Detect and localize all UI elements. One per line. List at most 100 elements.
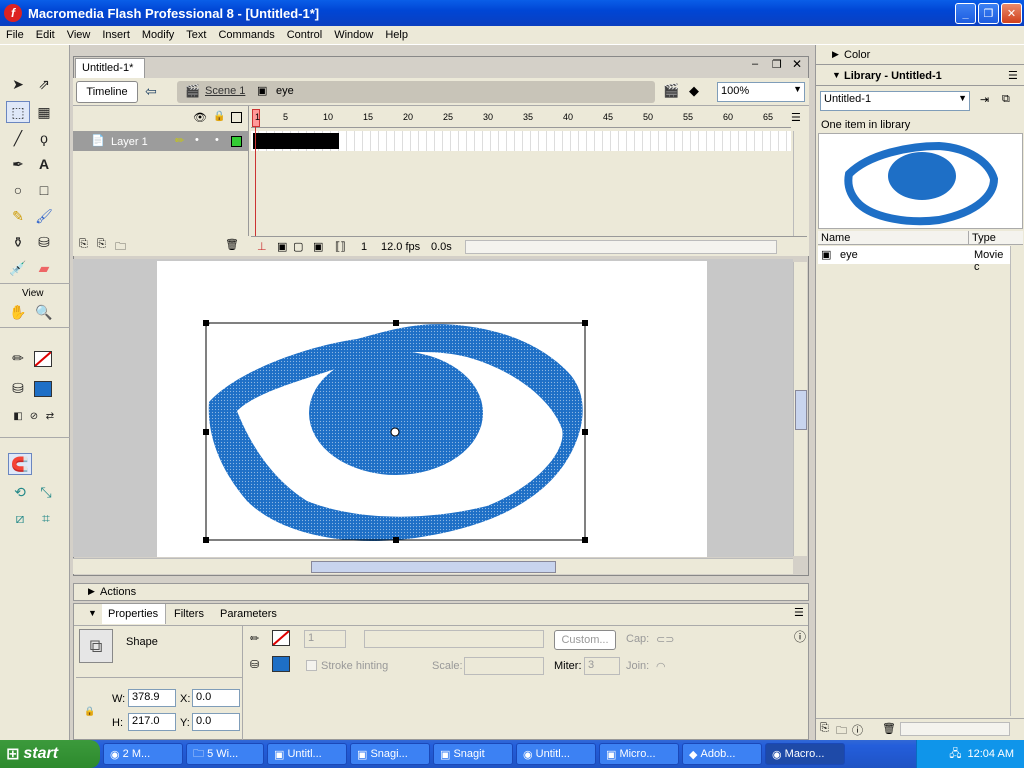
- start-button[interactable]: ⊞ start: [0, 740, 100, 768]
- add-guide-layer-icon[interactable]: ⎘: [97, 238, 106, 251]
- lock-icon[interactable]: 🔒: [213, 111, 225, 122]
- timeline-vscroll[interactable]: [793, 131, 807, 236]
- eye-pupil[interactable]: [309, 351, 483, 475]
- rotate-skew-icon[interactable]: ⟲: [8, 481, 32, 503]
- brush-tool-icon[interactable]: 🖌: [32, 205, 56, 227]
- doc-close-icon[interactable]: ✕: [792, 57, 802, 71]
- stroke-hinting-checkbox[interactable]: [306, 660, 317, 671]
- taskbar-item[interactable]: ◆ Adob...: [682, 743, 762, 765]
- library-hscroll[interactable]: [900, 722, 1010, 736]
- menu-commands[interactable]: Commands: [212, 29, 280, 41]
- line-tool-icon[interactable]: ╱: [6, 127, 30, 149]
- library-col-type[interactable]: Type: [972, 232, 996, 244]
- fill-color-picker[interactable]: [272, 656, 290, 672]
- height-field[interactable]: 217.0: [128, 713, 176, 731]
- actions-expand-icon[interactable]: ▶: [88, 586, 95, 597]
- edit-scene-icon[interactable]: 🎬: [663, 83, 679, 99]
- stage-vscroll[interactable]: [793, 262, 807, 556]
- frames-row[interactable]: [251, 131, 791, 151]
- layer-outline-color[interactable]: [231, 136, 242, 147]
- swap-colors-icon[interactable]: ⇄: [38, 405, 62, 427]
- new-symbol-icon[interactable]: ⎘: [820, 722, 829, 735]
- properties-info-icon[interactable]: ⓘ: [852, 722, 863, 738]
- pin-library-icon[interactable]: ⇥: [980, 93, 989, 106]
- cap-icon[interactable]: ⊂⊃: [656, 633, 674, 646]
- stage-hscroll[interactable]: [73, 558, 793, 574]
- x-field[interactable]: 0.0: [192, 689, 240, 707]
- frame-rate[interactable]: 12.0 fps: [381, 241, 420, 253]
- onion-skin-icon[interactable]: ▣: [277, 240, 287, 253]
- miter-field[interactable]: 3: [584, 657, 620, 675]
- timeline-button[interactable]: Timeline: [76, 81, 138, 103]
- library-panel-title[interactable]: Library - Untitled-1: [844, 70, 942, 82]
- taskbar-item[interactable]: ▣ Micro...: [599, 743, 679, 765]
- stroke-color-swatch[interactable]: [34, 351, 52, 367]
- insert-folder-icon[interactable]: 🗀: [115, 238, 126, 257]
- insert-layer-icon[interactable]: ⎘: [79, 238, 88, 251]
- scale-icon[interactable]: ⤡: [34, 481, 58, 503]
- layer-visible-dot[interactable]: •: [195, 134, 199, 146]
- stroke-height-field[interactable]: 1: [304, 630, 346, 648]
- help-icon[interactable]: ⓘ: [794, 628, 806, 645]
- tab-parameters[interactable]: Parameters: [220, 608, 277, 620]
- rectangle-tool-icon[interactable]: □: [32, 179, 56, 201]
- ink-bottle-tool-icon[interactable]: ⚱: [6, 231, 30, 253]
- properties-menu-icon[interactable]: ☰: [794, 606, 804, 619]
- delete-item-icon[interactable]: 🗑: [882, 722, 896, 735]
- text-tool-icon[interactable]: A: [32, 153, 56, 175]
- eraser-tool-icon[interactable]: ▰: [32, 257, 56, 279]
- show-hide-eye-icon[interactable]: 👁: [193, 111, 207, 124]
- taskbar-item[interactable]: ▣ Untitl...: [267, 743, 347, 765]
- menu-insert[interactable]: Insert: [96, 29, 136, 41]
- new-folder-icon[interactable]: 🗀: [836, 722, 847, 741]
- eye-shape[interactable]: +: [157, 261, 707, 557]
- gradient-transform-tool-icon[interactable]: ▦: [32, 101, 56, 123]
- minimize-button[interactable]: _: [955, 3, 976, 24]
- properties-collapse-icon[interactable]: ▼: [88, 608, 97, 618]
- document-tab[interactable]: Untitled-1*: [75, 58, 145, 78]
- custom-stroke-button[interactable]: Custom...: [554, 630, 616, 650]
- network-icon[interactable]: 🖧: [949, 745, 961, 764]
- actions-panel-header[interactable]: ▶ Actions: [73, 583, 809, 601]
- modify-onion-markers-icon[interactable]: ⟦⟧: [335, 240, 346, 253]
- stage-hscroll-thumb[interactable]: [311, 561, 556, 573]
- y-field[interactable]: 0.0: [192, 713, 240, 731]
- doc-minimize-icon[interactable]: –: [752, 58, 758, 70]
- menu-window[interactable]: Window: [328, 29, 379, 41]
- subselection-tool-icon[interactable]: ⇗: [32, 73, 56, 95]
- stroke-style-select[interactable]: [364, 630, 544, 648]
- stroke-color-picker[interactable]: [272, 630, 290, 646]
- clock[interactable]: 12:04 AM: [968, 748, 1014, 760]
- edit-multiple-frames-icon[interactable]: ▣: [313, 240, 323, 253]
- lasso-tool-icon[interactable]: ϙ: [32, 127, 56, 149]
- scale-select[interactable]: [464, 657, 544, 675]
- library-collapse-icon[interactable]: ▼: [832, 70, 841, 80]
- center-frame-icon[interactable]: ⊥: [257, 240, 267, 253]
- library-vscroll[interactable]: [1010, 246, 1023, 716]
- taskbar-item[interactable]: ◉ Untitl...: [516, 743, 596, 765]
- layer-name[interactable]: Layer 1: [111, 136, 148, 148]
- library-chevron-down-icon[interactable]: ▼: [958, 93, 967, 103]
- stage-vscroll-thumb[interactable]: [795, 390, 807, 430]
- menu-control[interactable]: Control: [281, 29, 328, 41]
- keyframe-span[interactable]: [253, 133, 339, 149]
- outline-icon[interactable]: [231, 112, 242, 123]
- tab-properties[interactable]: Properties: [102, 604, 166, 624]
- taskbar-item[interactable]: ◉ 2 M...: [103, 743, 183, 765]
- onion-outlines-icon[interactable]: ▢: [293, 240, 303, 253]
- selection-tool-icon[interactable]: ➤: [6, 73, 30, 95]
- color-expand-icon[interactable]: ▶: [832, 49, 839, 60]
- new-library-panel-icon[interactable]: ⧉: [1002, 93, 1010, 106]
- constrain-lock-icon[interactable]: 🔒: [84, 706, 95, 717]
- transform-center-point[interactable]: [390, 427, 400, 437]
- color-panel-title[interactable]: Color: [844, 49, 870, 61]
- zoom-tool-icon[interactable]: 🔍: [32, 301, 56, 323]
- snap-to-objects-icon[interactable]: 🧲: [8, 453, 32, 475]
- menu-text[interactable]: Text: [180, 29, 212, 41]
- menu-modify[interactable]: Modify: [136, 29, 180, 41]
- delete-layer-icon[interactable]: 🗑: [225, 238, 239, 251]
- doc-restore-icon[interactable]: ❐: [772, 58, 782, 71]
- paint-bucket-tool-icon[interactable]: ⛁: [32, 231, 56, 253]
- edit-symbols-icon[interactable]: ◆: [689, 83, 699, 99]
- timeline-hscroll[interactable]: [465, 240, 777, 254]
